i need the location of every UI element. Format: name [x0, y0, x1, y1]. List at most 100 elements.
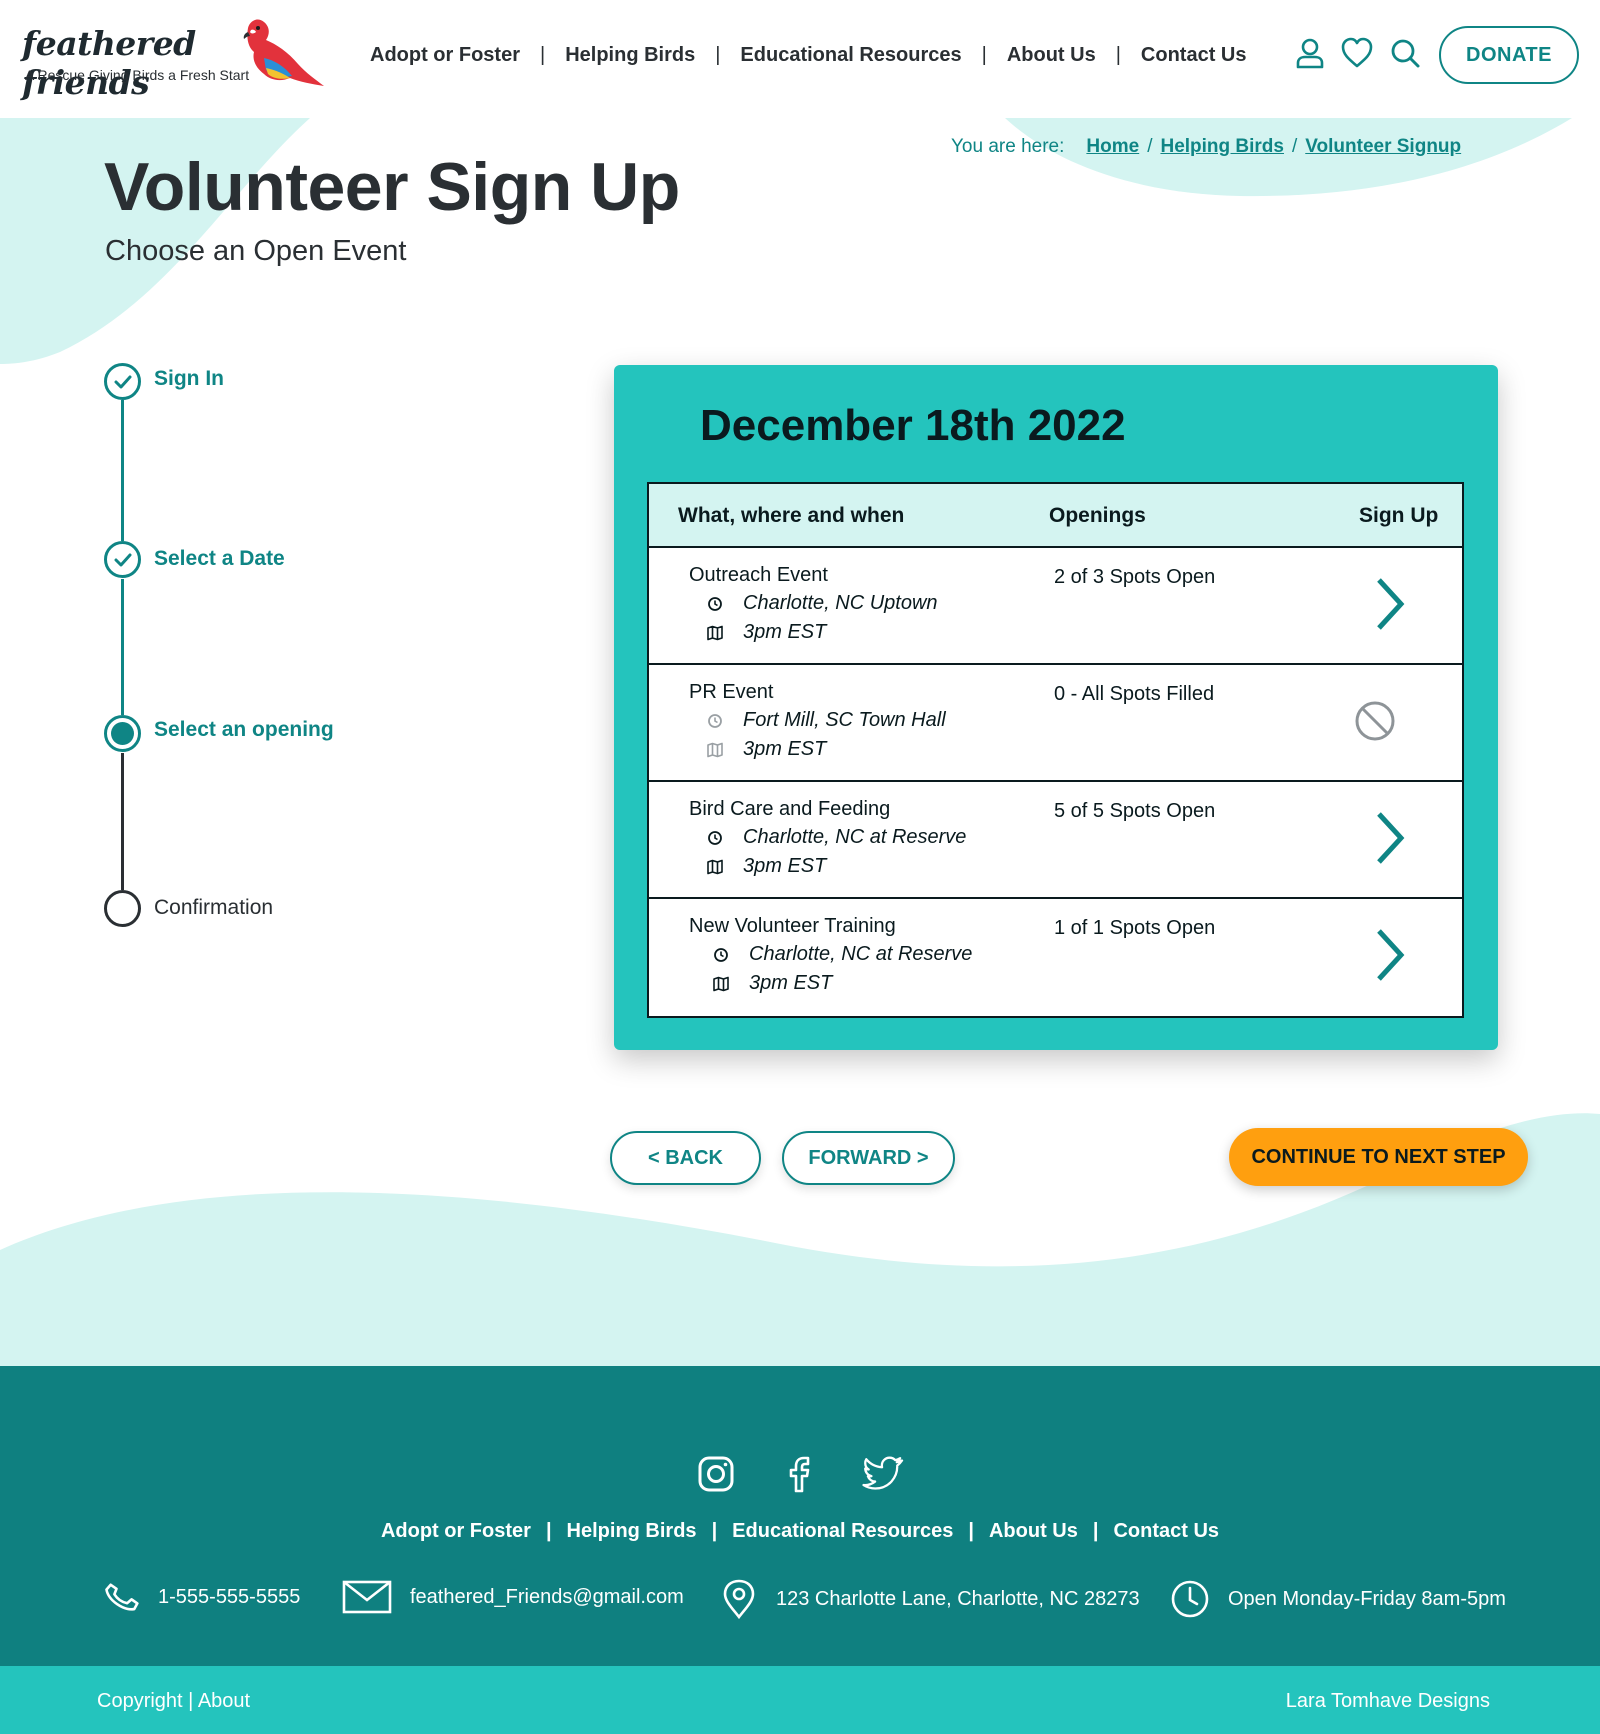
chevron-right-icon	[1377, 812, 1405, 864]
heart-icon[interactable]	[1340, 36, 1374, 70]
unavailable-status	[1345, 691, 1405, 751]
sign-up-chevron-button[interactable]	[1359, 574, 1419, 634]
chevron-right-icon	[1377, 929, 1405, 981]
search-icon[interactable]	[1388, 36, 1422, 70]
page-title: Volunteer Sign Up	[104, 149, 680, 225]
event-openings: 5 of 5 Spots Open	[1054, 800, 1216, 822]
prohibited-icon	[1355, 701, 1395, 741]
step-connector	[121, 579, 124, 715]
donate-button[interactable]: DONATE	[1439, 26, 1579, 84]
back-button[interactable]: < BACK	[610, 1131, 761, 1185]
progress-stepper: Sign In Select a Date Select an opening …	[104, 363, 504, 927]
footer-email[interactable]: feathered_Friends@gmail.com	[342, 1579, 684, 1615]
nav-separator: |	[981, 43, 987, 66]
footer-nav-adopt-or-foster[interactable]: Adopt or Foster	[381, 1520, 531, 1543]
step-complete-check-icon	[104, 541, 141, 578]
events-table: What, where and when Openings Sign Up Ou…	[647, 482, 1464, 1018]
nav-contact-us[interactable]: Contact Us	[1141, 44, 1247, 67]
breadcrumb-separator: /	[1291, 136, 1298, 157]
nav-separator: |	[715, 43, 721, 66]
footer-nav-educational-resources[interactable]: Educational Resources	[732, 1520, 953, 1543]
phone-number: 1-555-555-5555	[158, 1585, 301, 1608]
map-icon	[713, 976, 729, 991]
map-icon	[707, 625, 723, 640]
footer-phone[interactable]: 1-555-555-5555	[104, 1579, 300, 1615]
step-sign-in[interactable]: Sign In	[154, 367, 224, 391]
footer-nav-helping-birds[interactable]: Helping Birds	[567, 1520, 697, 1543]
brand-logo[interactable]: feathered friends A Rescue Giving Birds …	[20, 18, 324, 102]
footer-nav: Adopt or Foster | Helping Birds | Educat…	[0, 1520, 1600, 1543]
nav-separator: |	[1115, 43, 1121, 66]
footer-nav-about-us[interactable]: About Us	[989, 1520, 1078, 1543]
event-location: Fort Mill, SC Town Hall	[743, 709, 946, 731]
event-openings: 1 of 1 Spots Open	[1054, 917, 1216, 939]
breadcrumb-separator: /	[1147, 136, 1153, 157]
breadcrumb: You are here: Home / Helping Birds / Vol…	[951, 136, 1461, 158]
event-time: 3pm EST	[743, 621, 827, 643]
step-confirmation: Confirmation	[154, 896, 274, 919]
breadcrumb-prefix: You are here:	[951, 136, 1065, 157]
nav-separator: |	[540, 43, 546, 66]
event-time: 3pm EST	[743, 738, 827, 760]
breadcrumb-volunteer-signup[interactable]: Volunteer Signup	[1305, 136, 1461, 158]
social-links	[0, 1452, 1600, 1496]
event-location: Charlotte, NC Uptown	[743, 592, 938, 614]
twitter-icon[interactable]	[862, 1452, 906, 1496]
clock-icon	[714, 947, 728, 962]
nav-adopt-or-foster[interactable]: Adopt or Foster	[370, 44, 520, 67]
step-select-opening: Select an opening	[154, 718, 334, 741]
nav-helping-birds[interactable]: Helping Birds	[565, 44, 695, 67]
step-select-date[interactable]: Select a Date	[154, 547, 285, 571]
table-header: What, where and when Openings Sign Up	[649, 484, 1462, 548]
facebook-icon[interactable]	[778, 1452, 822, 1496]
mail-icon	[342, 1580, 392, 1614]
event-location: Charlotte, NC at Reserve	[749, 943, 973, 965]
events-card: December 18th 2022 What, where and when …	[614, 365, 1498, 1050]
event-time: 3pm EST	[749, 972, 833, 994]
copyright-link[interactable]: Copyright	[97, 1690, 183, 1712]
email-address: feathered_Friends@gmail.com	[410, 1585, 684, 1608]
footer-address[interactable]: 123 Charlotte Lane, Charlotte, NC 28273	[720, 1579, 1140, 1619]
site-header: feathered friends A Rescue Giving Birds …	[0, 0, 1600, 118]
nav-educational-resources[interactable]: Educational Resources	[740, 44, 961, 67]
brand-tagline: A Rescue Giving Birds a Fresh Start	[25, 67, 250, 83]
clock-icon	[708, 830, 722, 845]
breadcrumb-home[interactable]: Home	[1086, 136, 1139, 158]
footer-nav-separator: |	[545, 1520, 552, 1542]
clock-icon	[708, 713, 722, 728]
site-footer: Adopt or Foster | Helping Birds | Educat…	[0, 1366, 1600, 1666]
nav-about-us[interactable]: About Us	[1007, 44, 1096, 67]
continue-button[interactable]: CONTINUE TO NEXT STEP	[1229, 1128, 1528, 1186]
event-name: New Volunteer Training	[689, 915, 896, 937]
table-row: New Volunteer Training Charlotte, NC at …	[649, 899, 1462, 1016]
step-connector	[121, 400, 124, 541]
map-icon	[707, 859, 723, 874]
column-openings: Openings	[1049, 504, 1146, 527]
event-name: PR Event	[689, 681, 774, 703]
parrot-logo-icon	[243, 19, 324, 86]
street-address: 123 Charlotte Lane, Charlotte, NC 28273	[776, 1587, 1140, 1610]
instagram-icon[interactable]	[694, 1452, 738, 1496]
breadcrumb-helping-birds[interactable]: Helping Birds	[1160, 136, 1284, 158]
main-nav: Adopt or Foster | Helping Birds | Educat…	[370, 40, 1246, 70]
clock-icon	[1171, 1580, 1209, 1618]
step-complete-check-icon	[104, 363, 141, 400]
sign-up-chevron-button[interactable]	[1359, 808, 1419, 868]
event-time: 3pm EST	[743, 855, 827, 877]
footer-hours: Open Monday-Friday 8am-5pm	[1170, 1579, 1506, 1619]
sign-up-chevron-button[interactable]	[1359, 925, 1419, 985]
footer-nav-separator: |	[968, 1520, 974, 1542]
page-subtitle: Choose an Open Event	[105, 235, 407, 267]
footer-nav-contact-us[interactable]: Contact Us	[1113, 1520, 1219, 1543]
event-name: Outreach Event	[689, 564, 828, 586]
clock-icon	[708, 596, 722, 611]
table-row: PR Event Fort Mill, SC Town Hall 3pm EST…	[649, 665, 1462, 782]
forward-button[interactable]: FORWARD >	[782, 1131, 955, 1185]
map-icon	[707, 742, 723, 757]
about-link[interactable]: About	[198, 1690, 250, 1712]
location-pin-icon	[723, 1579, 755, 1619]
user-icon[interactable]	[1293, 36, 1327, 70]
phone-icon	[105, 1583, 139, 1611]
event-location: Charlotte, NC at Reserve	[743, 826, 967, 848]
chevron-right-icon	[1377, 578, 1405, 630]
